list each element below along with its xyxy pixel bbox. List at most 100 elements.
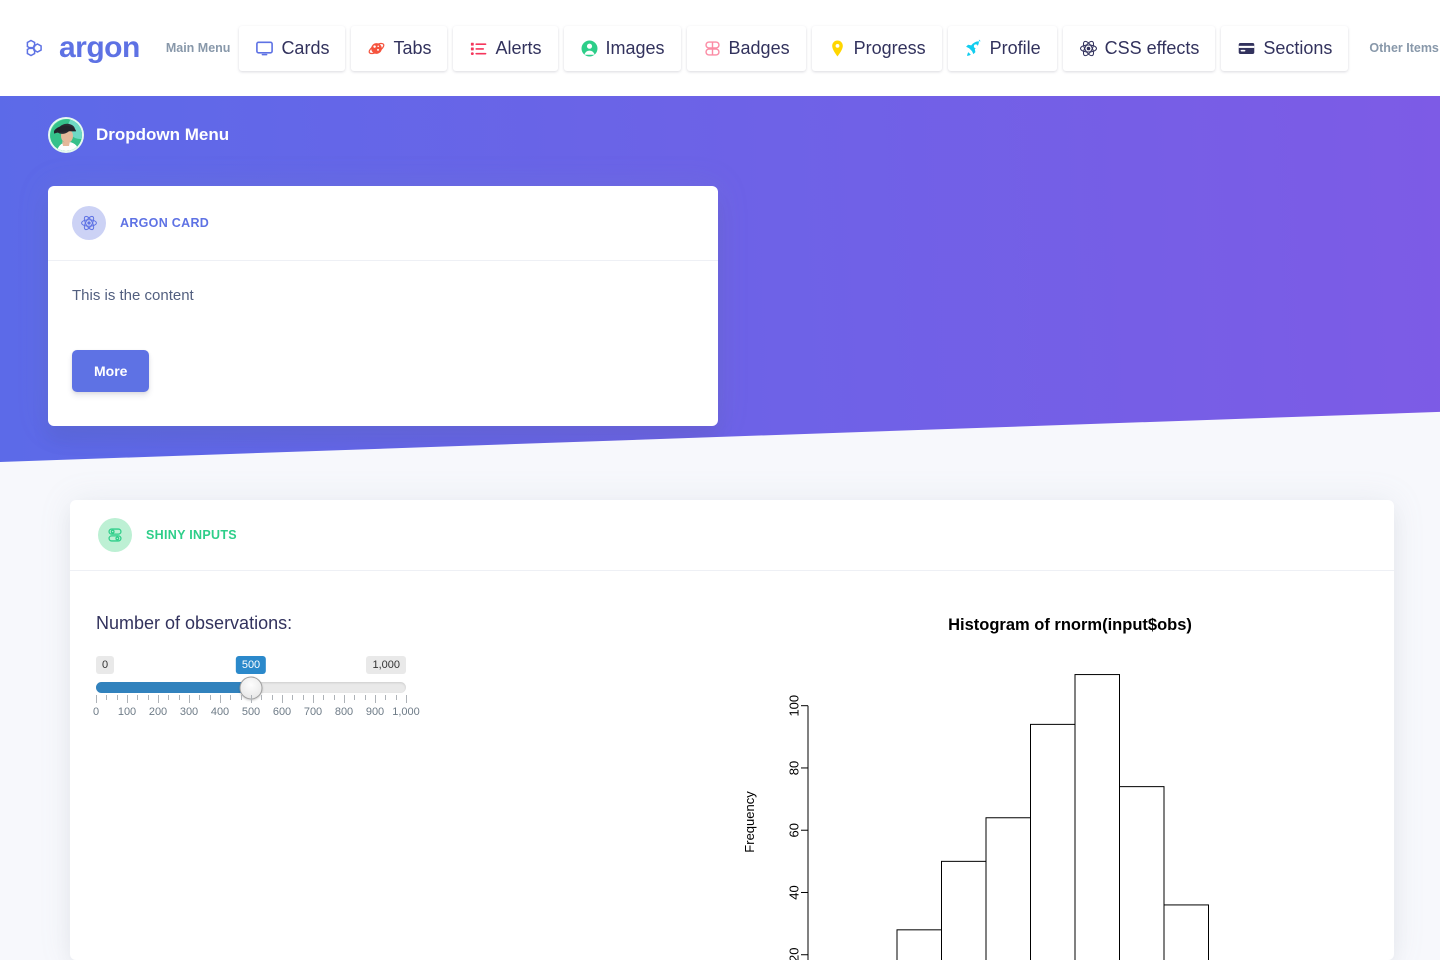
slider-label: Number of observations:	[96, 613, 293, 633]
nav-tab-badges[interactable]: Badges	[686, 25, 806, 71]
slider-tick	[230, 695, 232, 700]
chart-title: Histogram of rnorm(input$obs)	[948, 616, 1192, 634]
slider-tick	[240, 695, 242, 700]
nav-tab-progress[interactable]: Progress	[811, 25, 942, 71]
argon-card-header: ARGON CARD	[48, 186, 718, 261]
slider-tick	[292, 695, 294, 700]
slider-tick	[385, 695, 387, 700]
histogram-bar	[1074, 674, 1120, 960]
dropdown-menu-trigger[interactable]: Dropdown Menu	[48, 117, 229, 153]
histogram-bar	[985, 817, 1031, 960]
slider-scale-label: 600	[272, 706, 292, 718]
nav-tab-label: Images	[605, 37, 665, 58]
brand-name: argon	[59, 31, 140, 64]
histogram-plot[interactable]: Histogram of rnorm(input$obs) Frequency …	[730, 597, 1390, 960]
credit-card-icon	[1237, 39, 1256, 58]
slider-tick	[251, 695, 252, 703]
argon-hex-logo-icon	[24, 35, 50, 61]
nav-tab-label: Badges	[728, 37, 790, 58]
slider-scale-label: 300	[179, 706, 199, 718]
slider-track[interactable]	[96, 676, 406, 699]
nav-tab-images[interactable]: Images	[563, 25, 681, 71]
svg-text:20: 20	[787, 948, 802, 960]
nav-tab-cards[interactable]: Cards	[239, 25, 346, 71]
hero-section: Dropdown Menu ARGON CARD This is the con…	[0, 96, 1440, 462]
nav-tab-sections[interactable]: Sections	[1221, 25, 1349, 71]
slider-scale-label: 1,000	[392, 706, 420, 718]
histogram-bar	[941, 860, 987, 960]
badges-icon	[703, 39, 722, 58]
atom-icon	[367, 39, 386, 58]
sliders-icon	[98, 518, 132, 552]
nav-tab-alerts[interactable]: Alerts	[453, 25, 558, 71]
nav-tab-label: Cards	[281, 37, 330, 58]
slider-tick	[178, 695, 180, 700]
atom-icon	[72, 206, 106, 240]
navbar-tabs: Cards Tabs Alerts Images Badges Progress…	[236, 25, 1351, 71]
slider-tick	[147, 695, 149, 700]
nav-tab-css-effects[interactable]: CSS effects	[1062, 25, 1216, 71]
slider-scale-label: 400	[210, 706, 230, 718]
argon-card-title: ARGON CARD	[120, 216, 210, 230]
histogram-bar	[896, 929, 942, 960]
observations-slider[interactable]: 0 500 1,000 0 100 200 300 400 500 600 700 800 900…	[92, 656, 420, 722]
slider-tick	[127, 695, 128, 703]
slider-scale-label: 700	[303, 706, 323, 718]
svg-text:40: 40	[787, 885, 802, 899]
slider-value-badge: 500	[235, 656, 267, 674]
chart-bars	[896, 674, 1209, 960]
hero-title: Dropdown Menu	[96, 125, 230, 144]
other-items-label: Other Items	[1369, 41, 1439, 55]
svg-text:80: 80	[787, 761, 802, 775]
nav-tab-label: Sections	[1263, 37, 1333, 58]
brand-logo[interactable]: argon	[24, 33, 140, 63]
slider-scale-label: 800	[334, 706, 354, 718]
slider-tick	[406, 695, 407, 703]
shiny-card-body: Number of observations: 0 500 1,000 0 100…	[70, 571, 1394, 960]
slider-tick	[116, 695, 118, 700]
nav-tab-label: Alerts	[495, 37, 542, 58]
more-button[interactable]: More	[72, 350, 150, 392]
slider-tick	[158, 695, 159, 703]
slider-tick	[302, 695, 304, 700]
slider-tick	[313, 695, 314, 703]
slider-panel: Number of observations: 0 500 1,000 0 100…	[70, 597, 730, 722]
plot-panel: Histogram of rnorm(input$obs) Frequency …	[730, 597, 1394, 960]
slider-scale-label: 900	[365, 706, 385, 718]
slider-scale-label: 200	[148, 706, 168, 718]
rocket-icon	[964, 38, 983, 58]
slider-tick	[199, 695, 201, 700]
shiny-card-header: SHINY INPUTS	[70, 500, 1394, 571]
slider-tick	[209, 695, 211, 700]
slider-pips: 0 500 1,000	[96, 656, 406, 676]
shiny-inputs-card: SHINY INPUTS Number of observations: 0 5…	[70, 500, 1394, 960]
slider-tick	[189, 695, 190, 703]
slider-tick	[395, 695, 397, 700]
slider-tick	[96, 695, 97, 703]
histogram-bar	[1119, 786, 1165, 960]
slider-tick	[168, 695, 170, 700]
slider-scale-label: 0	[92, 706, 100, 718]
slider-tick	[271, 695, 273, 700]
nav-tab-profile[interactable]: Profile	[947, 25, 1057, 71]
histogram-svg: Histogram of rnorm(input$obs) Frequency …	[742, 616, 1209, 960]
slider-tick	[364, 695, 366, 700]
atom-mono-icon	[1079, 39, 1098, 58]
argon-card-content: This is the content	[72, 287, 194, 304]
slider-scale-label: 500	[241, 706, 261, 718]
svg-text:100: 100	[787, 695, 802, 717]
nav-tab-label: Tabs	[393, 37, 432, 58]
histogram-bar	[1030, 723, 1076, 960]
nav-tab-tabs[interactable]: Tabs	[351, 25, 448, 71]
user-avatar-image	[48, 117, 84, 153]
slider-fill	[96, 682, 251, 693]
shiny-card-title: SHINY INPUTS	[146, 528, 237, 542]
slider-tick	[375, 695, 376, 703]
argon-card: ARGON CARD This is the content More	[48, 186, 718, 426]
list-ul-icon	[469, 39, 488, 58]
map-pin-icon	[828, 39, 847, 58]
slider-min-label: 0	[96, 656, 115, 674]
user-circle-icon	[580, 39, 599, 58]
slider-max-label: 1,000	[366, 656, 406, 674]
histogram-bar	[1163, 904, 1209, 960]
